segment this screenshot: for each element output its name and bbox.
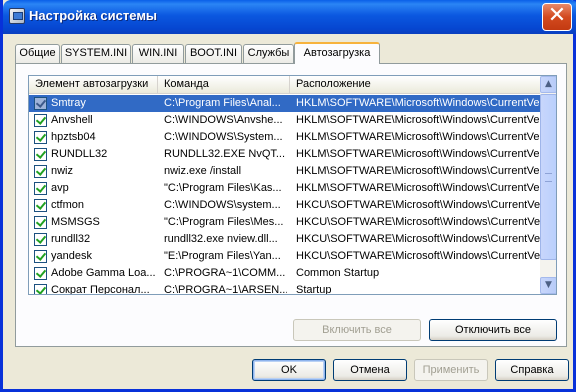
list-item[interactable]: Сократ Персонал... C:\PROGRA~1\ARSEN... St… bbox=[29, 282, 540, 295]
enable-checkbox[interactable] bbox=[34, 114, 47, 127]
enable-checkbox[interactable] bbox=[34, 250, 47, 263]
enable-checkbox[interactable] bbox=[34, 284, 47, 294]
startup-items-list[interactable]: Элемент автозагрузки Команда Расположени… bbox=[28, 75, 557, 295]
item-command: C:\WINDOWS\System... bbox=[164, 131, 283, 143]
item-command: rundll32.exe nview.dll... bbox=[164, 233, 278, 245]
item-location: HKLM\SOFTWARE\Microsoft\Windows\CurrentV… bbox=[296, 165, 540, 177]
item-location: HKLM\SOFTWARE\Microsoft\Windows\CurrentV… bbox=[296, 114, 540, 126]
list-item[interactable]: avp "C:\Program Files\Kas... HKLM\SOFTWARE… bbox=[29, 180, 540, 197]
disable-all-button[interactable]: Отключить все bbox=[429, 319, 557, 341]
title-bar[interactable]: Настройка системы ✕ bbox=[3, 0, 576, 34]
list-item[interactable]: MSMSGS "C:\Program Files\Mes... HKCU\SOFTW… bbox=[29, 214, 540, 231]
ok-button[interactable]: OK bbox=[252, 359, 326, 381]
item-name: ctfmon bbox=[51, 199, 85, 211]
enable-all-button[interactable]: Включить все bbox=[293, 319, 421, 341]
item-command: "E:\Program Files\Yan... bbox=[164, 250, 281, 262]
tab-win-ini[interactable]: WIN.INI bbox=[132, 44, 184, 63]
item-command: C:\PROGRA~1\COMM... bbox=[164, 267, 286, 279]
item-location: HKCU\SOFTWARE\Microsoft\Windows\CurrentV… bbox=[296, 216, 540, 228]
window-title: Настройка системы bbox=[29, 8, 158, 23]
item-name: Adobe Gamma Loa... bbox=[51, 267, 155, 279]
item-name: MSMSGS bbox=[51, 216, 100, 228]
enable-checkbox[interactable] bbox=[34, 267, 47, 280]
item-command: nwiz.exe /install bbox=[164, 165, 242, 177]
list-item[interactable]: ctfmon C:\WINDOWS\system... HKCU\SOFTWARE\… bbox=[29, 197, 540, 214]
item-name: Anvshell bbox=[51, 114, 93, 126]
column-header-item[interactable]: Элемент автозагрузки bbox=[29, 76, 158, 94]
item-location: HKLM\SOFTWARE\Microsoft\Windows\CurrentV… bbox=[296, 182, 540, 194]
item-location: Common Startup bbox=[296, 267, 380, 279]
enable-checkbox[interactable] bbox=[34, 199, 47, 212]
enable-checkbox[interactable] bbox=[34, 148, 47, 161]
column-header-location[interactable]: Расположение bbox=[290, 76, 540, 94]
item-command: "C:\Program Files\Kas... bbox=[164, 182, 282, 194]
list-header: Элемент автозагрузки Команда Расположени… bbox=[29, 76, 540, 94]
enable-checkbox[interactable] bbox=[34, 165, 47, 178]
item-location: Startup bbox=[296, 284, 332, 295]
enable-checkbox[interactable] bbox=[34, 131, 47, 144]
enable-checkbox[interactable] bbox=[34, 216, 47, 229]
list-item[interactable]: nwiz nwiz.exe /install HKLM\SOFTWARE\Micro… bbox=[29, 163, 540, 180]
item-name: yandesk bbox=[51, 250, 92, 262]
list-item[interactable]: RUNDLL32 RUNDLL32.EXE NvQT... HKLM\SOFTWAR… bbox=[29, 146, 540, 163]
scroll-thumb[interactable] bbox=[540, 94, 556, 260]
item-location: HKCU\SOFTWARE\Microsoft\Windows\CurrentV… bbox=[296, 199, 540, 211]
list-item[interactable]: Anvshell C:\WINDOWS\Anvshe... HKLM\SOFTWAR… bbox=[29, 112, 540, 129]
item-location: HKLM\SOFTWARE\Microsoft\Windows\CurrentV… bbox=[296, 148, 540, 160]
item-name: hpztsb04 bbox=[51, 131, 96, 143]
item-name: avp bbox=[51, 182, 69, 194]
list-item[interactable]: Adobe Gamma Loa... C:\PROGRA~1\COMM... Com… bbox=[29, 265, 540, 282]
item-location: HKCU\SOFTWARE\Microsoft\Windows\CurrentV… bbox=[296, 233, 540, 245]
list-item[interactable]: Smtray C:\Program Files\Anal... HKLM\SOFTW… bbox=[29, 95, 540, 112]
list-item[interactable]: hpztsb04 C:\WINDOWS\System... HKLM\SOFTWAR… bbox=[29, 129, 540, 146]
tab-general[interactable]: Общие bbox=[15, 44, 60, 63]
item-location: HKLM\SOFTWARE\Microsoft\Windows\CurrentV… bbox=[296, 131, 540, 143]
item-command: C:\WINDOWS\system... bbox=[164, 199, 281, 211]
list-item[interactable]: rundll32 rundll32.exe nview.dll... HKCU\SO… bbox=[29, 231, 540, 248]
item-command: "C:\Program Files\Mes... bbox=[164, 216, 284, 228]
item-command: RUNDLL32.EXE NvQT... bbox=[164, 148, 286, 160]
item-name: Сократ Персонал... bbox=[51, 284, 150, 295]
tab-startup[interactable]: Автозагрузка bbox=[294, 42, 380, 64]
scroll-up-button[interactable]: ▲ bbox=[540, 76, 556, 93]
item-name: nwiz bbox=[51, 165, 74, 177]
tab-boot-ini[interactable]: BOOT.INI bbox=[185, 44, 242, 63]
close-button[interactable]: ✕ bbox=[542, 3, 572, 31]
item-name: Smtray bbox=[51, 97, 86, 109]
cancel-button[interactable]: Отмена bbox=[333, 359, 407, 381]
item-command: C:\Program Files\Anal... bbox=[164, 97, 281, 109]
tab-services[interactable]: Службы bbox=[243, 44, 294, 63]
item-command: C:\WINDOWS\Anvshe... bbox=[164, 114, 283, 126]
enable-checkbox[interactable] bbox=[34, 233, 47, 246]
list-item[interactable]: yandesk "E:\Program Files\Yan... HKCU\SOFT… bbox=[29, 248, 540, 265]
enable-checkbox[interactable] bbox=[34, 97, 47, 110]
help-button[interactable]: Справка bbox=[495, 359, 569, 381]
scroll-down-button[interactable]: ▼ bbox=[540, 277, 556, 294]
system-configuration-window: Настройка системы ✕ Общие SYSTEM.INI WIN… bbox=[0, 0, 576, 392]
item-name: rundll32 bbox=[51, 233, 91, 245]
item-location: HKLM\SOFTWARE\Microsoft\Windows\CurrentV… bbox=[296, 97, 540, 109]
vertical-scrollbar[interactable]: ▲ ▼ bbox=[540, 76, 556, 294]
column-header-command[interactable]: Команда bbox=[158, 76, 290, 94]
enable-checkbox[interactable] bbox=[34, 182, 47, 195]
item-command: C:\PROGRA~1\ARSEN... bbox=[164, 284, 287, 295]
item-name: RUNDLL32 bbox=[51, 148, 108, 160]
tab-system-ini[interactable]: SYSTEM.INI bbox=[61, 44, 131, 63]
system-config-icon bbox=[9, 8, 25, 24]
item-location: HKCU\SOFTWARE\Microsoft\Windows\CurrentV… bbox=[296, 250, 540, 262]
apply-button[interactable]: Применить bbox=[414, 359, 488, 381]
